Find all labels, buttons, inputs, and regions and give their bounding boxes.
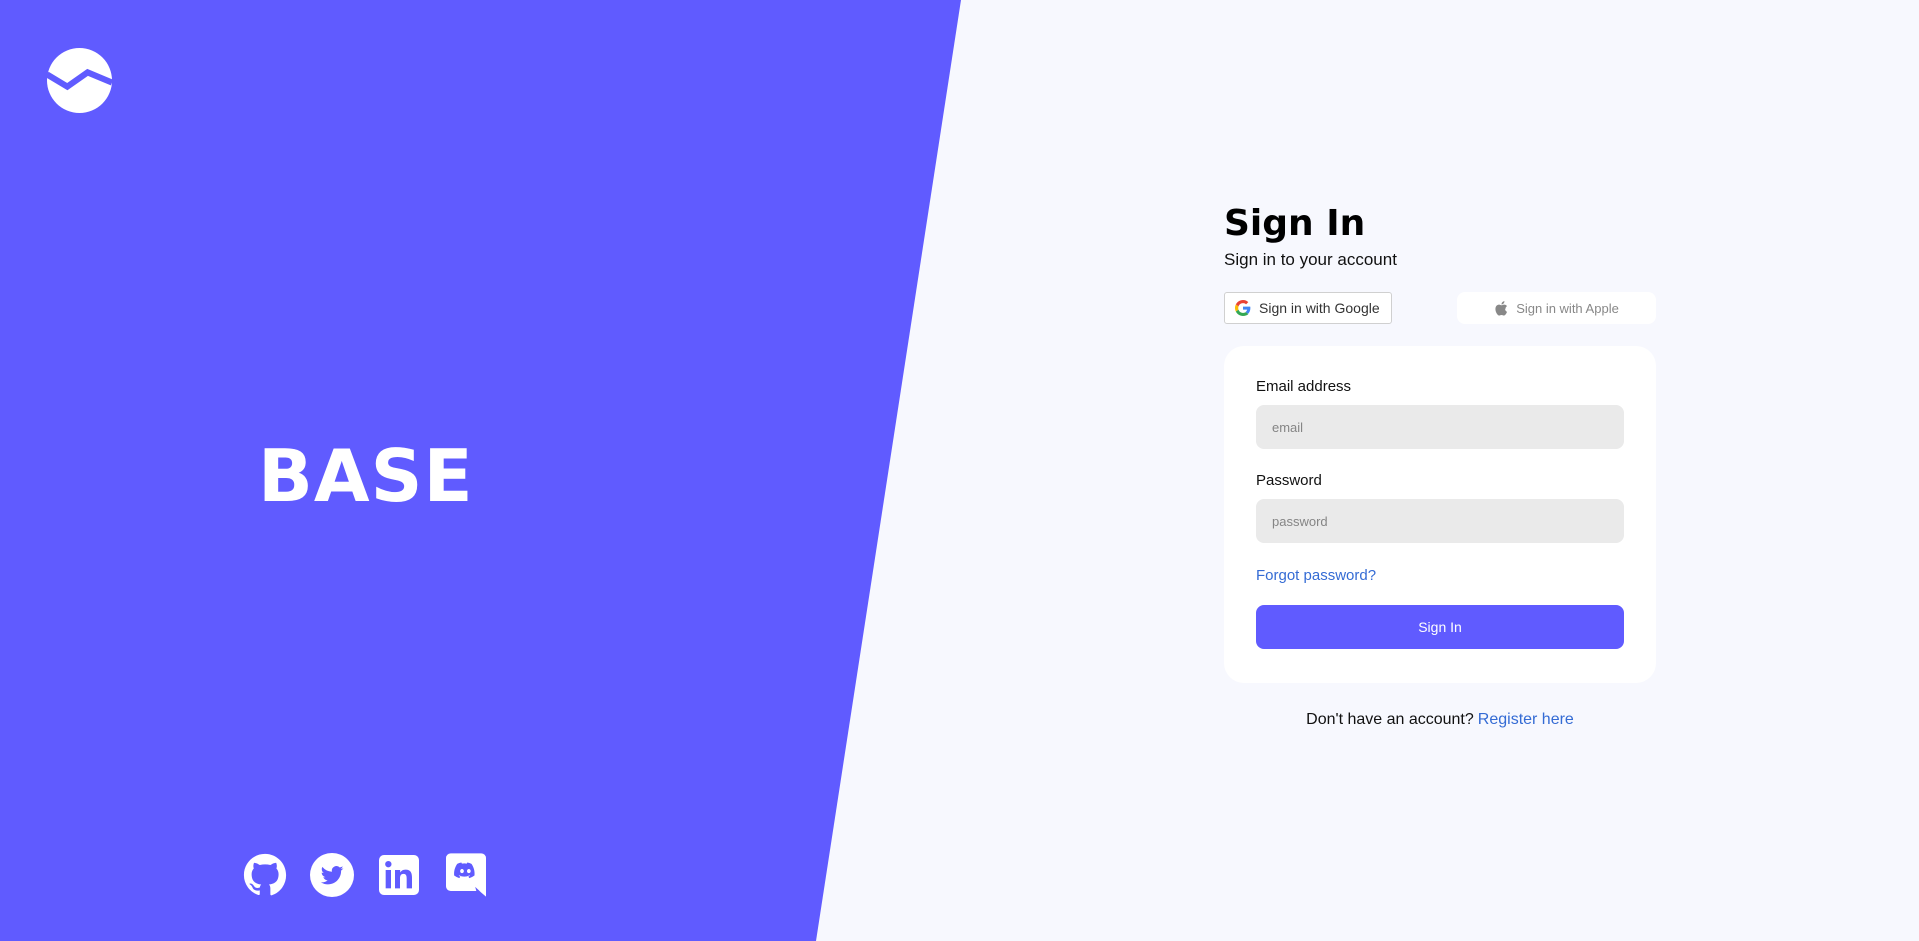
register-prompt-text: Don't have an account? xyxy=(1306,711,1474,728)
email-field[interactable] xyxy=(1256,405,1624,449)
discord-icon[interactable] xyxy=(444,853,488,897)
linkedin-icon[interactable] xyxy=(377,853,421,897)
password-field[interactable] xyxy=(1256,499,1624,543)
register-link[interactable]: Register here xyxy=(1478,711,1574,728)
register-prompt: Don't have an account? Register here xyxy=(1224,711,1656,729)
forgot-password-link[interactable]: Forgot password? xyxy=(1256,567,1624,584)
twitter-icon[interactable] xyxy=(310,853,354,897)
brand-name: BASE xyxy=(258,434,474,518)
sign-in-button[interactable]: Sign In xyxy=(1256,605,1624,649)
password-label: Password xyxy=(1256,472,1322,489)
social-links xyxy=(243,853,488,897)
signin-form-card: Email address Password Forgot password? … xyxy=(1224,346,1656,683)
google-icon xyxy=(1235,300,1251,316)
page-title: Sign In xyxy=(1224,203,1366,244)
apple-signin-label: Sign in with Apple xyxy=(1516,300,1619,316)
page-subtitle: Sign in to your account xyxy=(1224,250,1397,269)
github-icon[interactable] xyxy=(243,853,287,897)
signin-section: Sign In Sign in to your account Sign in … xyxy=(1224,200,1656,729)
google-signin-label: Sign in with Google xyxy=(1259,300,1380,316)
oauth-buttons: Sign in with Google Sign in with Apple xyxy=(1224,292,1656,326)
apple-icon xyxy=(1495,300,1508,316)
apple-signin-button[interactable]: Sign in with Apple xyxy=(1457,292,1656,324)
logo-icon xyxy=(47,48,112,113)
email-label: Email address xyxy=(1256,378,1352,395)
google-signin-button[interactable]: Sign in with Google xyxy=(1224,292,1392,324)
